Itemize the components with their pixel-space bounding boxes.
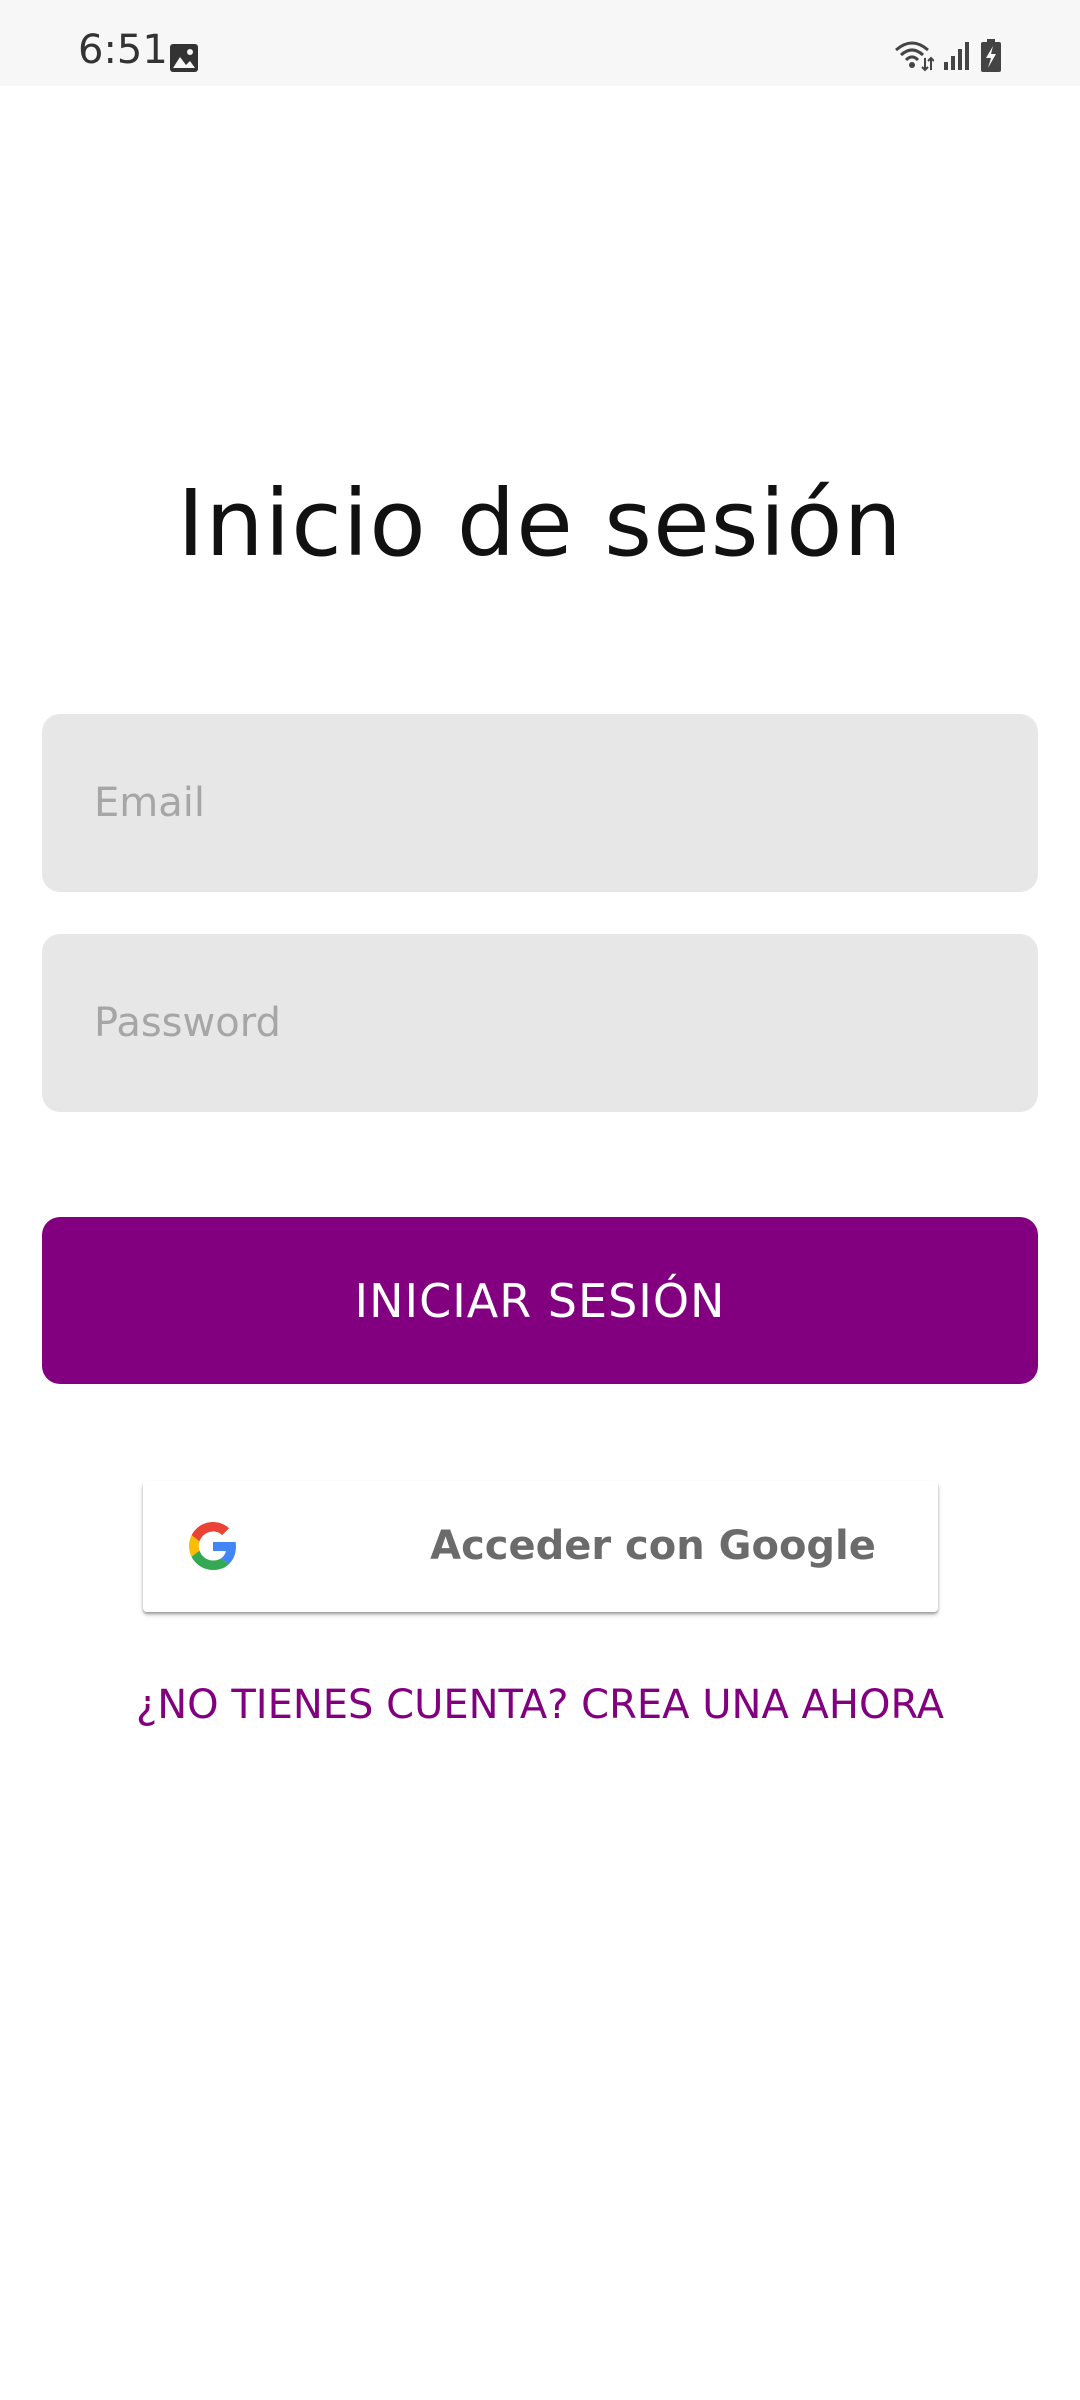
status-icons (894, 38, 1002, 74)
page-title: Inicio de sesión (177, 469, 903, 577)
google-button-label: Acceder con Google (430, 1523, 876, 1569)
login-button-label: INICIAR SESIÓN (354, 1273, 726, 1328)
password-field[interactable] (42, 934, 1038, 1112)
password-input[interactable] (94, 934, 994, 1112)
email-input[interactable] (94, 714, 994, 892)
signal-icon (944, 42, 969, 70)
gallery-icon (170, 44, 198, 72)
google-icon (189, 1522, 236, 1570)
wifi-icon (895, 41, 934, 72)
create-account-link[interactable]: ¿NO TIENES CUENTA? CREA UNA AHORA (0, 1682, 1080, 1728)
status-bar: 6:51 (0, 0, 1080, 86)
battery-charging-icon (981, 39, 1001, 72)
status-time: 6:51 (78, 27, 168, 73)
login-button[interactable]: INICIAR SESIÓN (42, 1217, 1038, 1384)
email-field[interactable] (42, 714, 1038, 892)
google-sign-in-button[interactable]: Acceder con Google (143, 1481, 938, 1612)
